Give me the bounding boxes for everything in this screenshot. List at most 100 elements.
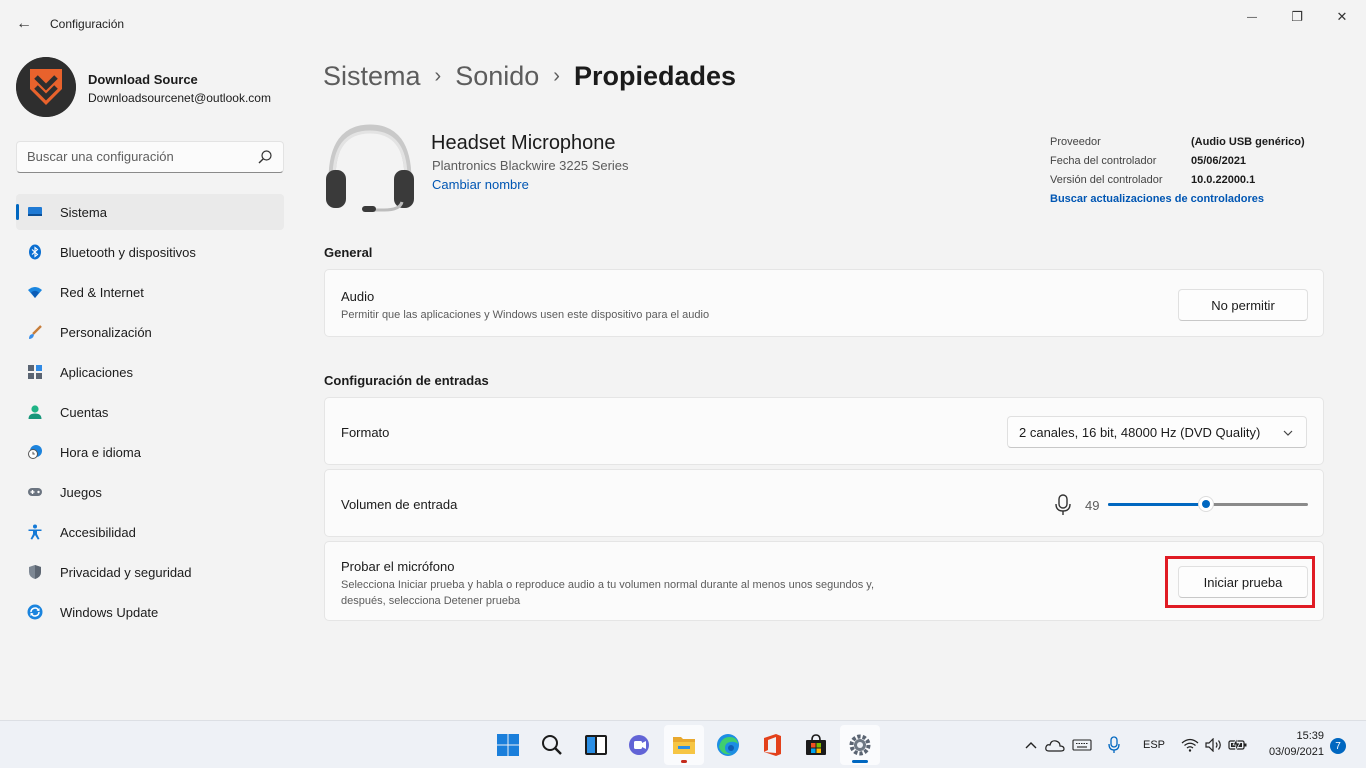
- breadcrumb-sistema[interactable]: Sistema: [323, 61, 421, 92]
- restore-icon: ❐: [1291, 9, 1303, 24]
- close-button[interactable]: ✕: [1324, 6, 1360, 28]
- taskbar-search-button[interactable]: [532, 725, 572, 765]
- start-button[interactable]: [488, 725, 528, 765]
- bluetooth-icon: [27, 244, 43, 260]
- user-email: Downloadsourcenet@outlook.com: [88, 91, 271, 105]
- mic-test-description-line2: después, selecciona Detener prueba: [341, 595, 521, 607]
- format-dropdown[interactable]: 2 canales, 16 bit, 48000 Hz (DVD Quality…: [1007, 416, 1307, 448]
- wifi-tray-icon[interactable]: [1180, 735, 1200, 755]
- driver-properties: Proveedor (Audio USB genérico) Fecha del…: [1050, 136, 1305, 193]
- sidebar-item-cuentas[interactable]: Cuentas: [16, 394, 284, 430]
- sidebar-item-privacidad[interactable]: Privacidad y seguridad: [16, 554, 284, 590]
- battery-icon[interactable]: [1228, 735, 1248, 755]
- sidebar-item-juegos[interactable]: Juegos: [16, 474, 284, 510]
- sidebar-item-personalizacion[interactable]: Personalización: [16, 314, 284, 350]
- sidebar-item-label: Sistema: [60, 204, 107, 220]
- sidebar-item-hora-idioma[interactable]: Hora e idioma: [16, 434, 284, 470]
- user-name: Download Source: [88, 72, 198, 87]
- microphone-tray-icon[interactable]: [1104, 735, 1124, 755]
- sidebar-item-sistema[interactable]: Sistema: [16, 194, 284, 230]
- accessibility-icon: [27, 524, 43, 540]
- format-card: Formato 2 canales, 16 bit, 48000 Hz (DVD…: [324, 397, 1324, 465]
- edge-button[interactable]: [708, 725, 748, 765]
- property-value: (Audio USB genérico): [1191, 136, 1305, 148]
- device-model: Plantronics Blackwire 3225 Series: [432, 158, 629, 173]
- chat-icon: [629, 735, 649, 755]
- update-icon: [27, 604, 43, 620]
- wifi-icon: [27, 284, 43, 300]
- sidebar-nav: Sistema Bluetooth y dispositivos Red & I…: [16, 194, 284, 634]
- page-title: Propiedades: [573, 60, 737, 91]
- sidebar-item-label: Aplicaciones: [60, 364, 133, 380]
- sidebar-item-label: Red & Internet: [60, 284, 144, 300]
- property-value: 05/06/2021: [1191, 155, 1247, 167]
- avatar[interactable]: [16, 57, 76, 117]
- active-indicator: [852, 760, 868, 763]
- sidebar-item-label: Personalización: [60, 324, 152, 340]
- property-row: Fecha del controlador 05/06/2021: [1050, 155, 1305, 174]
- mic-test-title: Probar el micrófono: [341, 559, 455, 574]
- sidebar-item-windows-update[interactable]: Windows Update: [16, 594, 284, 630]
- speaker-icon[interactable]: [1204, 735, 1224, 755]
- file-explorer-button[interactable]: [664, 725, 704, 765]
- windows-logo-icon: [497, 734, 519, 756]
- maximize-button[interactable]: ❐: [1279, 6, 1315, 28]
- breadcrumb-sonido[interactable]: Sonido: [455, 61, 539, 92]
- task-view-button[interactable]: [576, 725, 616, 765]
- store-button[interactable]: [796, 725, 836, 765]
- notification-badge[interactable]: 7: [1330, 738, 1346, 754]
- office-icon: [764, 734, 781, 756]
- audio-card: Audio Permitir que las aplicaciones y Wi…: [324, 269, 1324, 337]
- close-icon: ✕: [1336, 9, 1348, 24]
- section-title-input: Configuración de entradas: [324, 373, 489, 388]
- format-value: 2 canales, 16 bit, 48000 Hz (DVD Quality…: [1019, 425, 1261, 440]
- search-input[interactable]: [27, 149, 247, 164]
- onedrive-icon[interactable]: [1045, 735, 1065, 755]
- mic-test-description-line1: Selecciona Iniciar prueba y habla o repr…: [341, 579, 875, 591]
- search-icon[interactable]: [257, 149, 273, 165]
- back-button[interactable]: ←: [10, 10, 38, 38]
- apps-icon: [27, 364, 43, 380]
- microphone-icon[interactable]: [1053, 494, 1073, 516]
- volume-slider[interactable]: [1108, 496, 1308, 512]
- store-icon: [806, 734, 826, 755]
- brush-icon: [27, 324, 43, 340]
- section-title-general: General: [324, 245, 373, 260]
- tray-chevron-up-icon[interactable]: [1021, 735, 1041, 755]
- teams-chat-button[interactable]: [620, 725, 660, 765]
- volume-title: Volumen de entrada: [341, 497, 458, 512]
- property-key: Proveedor: [1050, 136, 1101, 148]
- sidebar-item-red-internet[interactable]: Red & Internet: [16, 274, 284, 310]
- volume-card: Volumen de entrada 49: [324, 469, 1324, 537]
- language-indicator[interactable]: ESP: [1143, 739, 1165, 751]
- clock-globe-icon: [27, 444, 43, 460]
- property-key: Fecha del controlador: [1050, 155, 1157, 167]
- gamepad-icon: [27, 484, 43, 500]
- sidebar-item-aplicaciones[interactable]: Aplicaciones: [16, 354, 284, 390]
- driver-update-link[interactable]: Buscar actualizaciones de controladores: [1050, 193, 1264, 205]
- breadcrumb-chevron-icon: ›: [553, 64, 560, 87]
- settings-button[interactable]: [840, 725, 880, 765]
- shield-icon: [27, 564, 43, 580]
- title-bar: ← Configuración — ❐ ✕: [0, 0, 1366, 48]
- sidebar-item-accesibilidad[interactable]: Accesibilidad: [16, 514, 284, 550]
- rename-link[interactable]: Cambiar nombre: [432, 177, 529, 192]
- property-row: Proveedor (Audio USB genérico): [1050, 136, 1305, 155]
- no-permitir-button[interactable]: No permitir: [1178, 289, 1308, 321]
- gear-icon: [849, 734, 871, 756]
- clock-time[interactable]: 15:39: [1288, 730, 1324, 742]
- keyboard-icon[interactable]: [1072, 735, 1092, 755]
- edge-icon: [717, 734, 739, 756]
- minimize-button[interactable]: —: [1234, 6, 1270, 28]
- minimize-icon: —: [1247, 11, 1257, 23]
- search-box[interactable]: [16, 141, 284, 173]
- running-indicator: [681, 760, 687, 763]
- clock-date[interactable]: 03/09/2021: [1262, 746, 1324, 758]
- office-button[interactable]: [752, 725, 792, 765]
- property-value: 10.0.22000.1: [1191, 174, 1256, 186]
- sidebar-item-bluetooth[interactable]: Bluetooth y dispositivos: [16, 234, 284, 270]
- slider-thumb[interactable]: [1198, 496, 1214, 512]
- slider-fill: [1108, 503, 1206, 506]
- folder-icon: [673, 737, 695, 754]
- sidebar-item-label: Cuentas: [60, 404, 109, 420]
